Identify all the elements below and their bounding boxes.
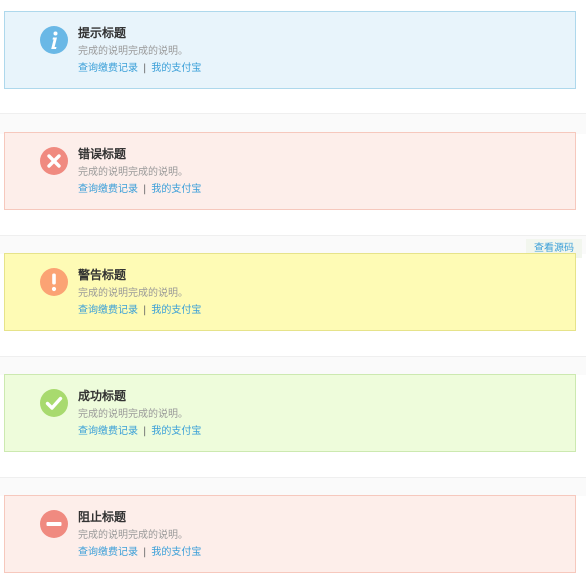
alert-links: 查询缴费记录 | 我的支付宝 <box>78 546 201 560</box>
my-alipay-link[interactable]: 我的支付宝 <box>151 547 201 558</box>
block-alert: 阻止标题 完成的说明完成的说明。 查询缴费记录 | 我的支付宝 <box>4 495 576 573</box>
info-alert: 提示标题 完成的说明完成的说明。 查询缴费记录 | 我的支付宝 <box>4 11 576 89</box>
payment-records-link[interactable]: 查询缴费记录 <box>78 305 138 316</box>
divider-stripe <box>0 477 586 496</box>
payment-records-link[interactable]: 查询缴费记录 <box>78 426 138 437</box>
payment-records-link[interactable]: 查询缴费记录 <box>78 184 138 195</box>
alert-title: 警告标题 <box>78 268 127 282</box>
warning-icon <box>40 268 68 296</box>
divider-stripe <box>0 356 586 375</box>
my-alipay-link[interactable]: 我的支付宝 <box>151 63 201 74</box>
alert-title: 错误标题 <box>78 147 127 161</box>
payment-records-link[interactable]: 查询缴费记录 <box>78 63 138 74</box>
alert-description: 完成的说明完成的说明。 <box>78 530 188 541</box>
link-separator: | <box>143 305 147 316</box>
success-alert: 成功标题 完成的说明完成的说明。 查询缴费记录 | 我的支付宝 <box>4 374 576 452</box>
alert-description: 完成的说明完成的说明。 <box>78 409 188 420</box>
alert-links: 查询缴费记录 | 我的支付宝 <box>78 62 201 76</box>
info-icon <box>40 26 68 54</box>
alert-title: 阻止标题 <box>78 510 127 524</box>
alert-description: 完成的说明完成的说明。 <box>78 167 188 178</box>
success-icon <box>40 389 68 417</box>
alert-description: 完成的说明完成的说明。 <box>78 46 188 57</box>
divider-stripe <box>0 235 586 254</box>
error-alert: 错误标题 完成的说明完成的说明。 查询缴费记录 | 我的支付宝 <box>4 132 576 210</box>
alert-title: 成功标题 <box>78 389 127 403</box>
alert-description: 完成的说明完成的说明。 <box>78 288 188 299</box>
link-separator: | <box>143 184 147 195</box>
my-alipay-link[interactable]: 我的支付宝 <box>151 426 201 437</box>
alert-links: 查询缴费记录 | 我的支付宝 <box>78 304 201 318</box>
block-icon <box>40 510 68 538</box>
page: 提示标题 完成的说明完成的说明。 查询缴费记录 | 我的支付宝 错误标题 完成的说明… <box>0 0 586 582</box>
warning-alert: 警告标题 完成的说明完成的说明。 查询缴费记录 | 我的支付宝 <box>4 253 576 331</box>
alert-links: 查询缴费记录 | 我的支付宝 <box>78 183 201 197</box>
my-alipay-link[interactable]: 我的支付宝 <box>151 184 201 195</box>
divider-stripe <box>0 113 586 134</box>
alert-links: 查询缴费记录 | 我的支付宝 <box>78 425 201 439</box>
link-separator: | <box>143 547 147 558</box>
error-icon <box>40 147 68 175</box>
payment-records-link[interactable]: 查询缴费记录 <box>78 547 138 558</box>
alert-title: 提示标题 <box>78 26 127 40</box>
link-separator: | <box>143 426 147 437</box>
link-separator: | <box>143 63 147 74</box>
my-alipay-link[interactable]: 我的支付宝 <box>151 305 201 316</box>
